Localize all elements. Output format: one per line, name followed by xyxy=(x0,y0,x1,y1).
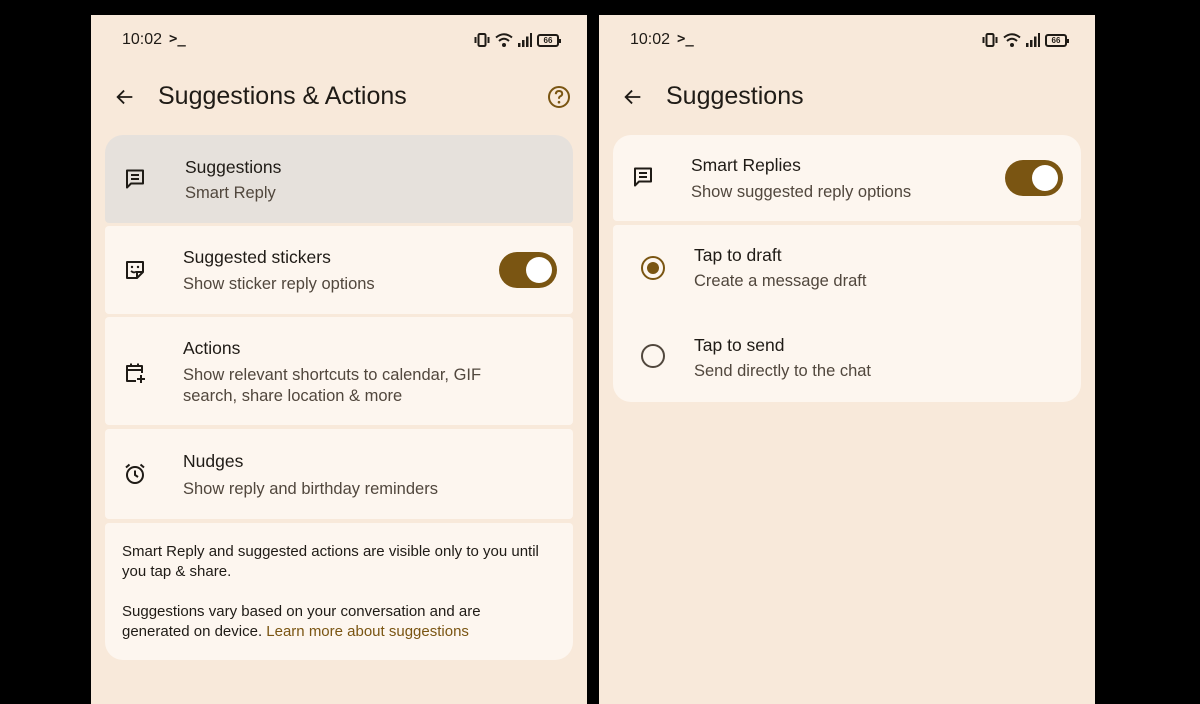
smart-replies-toggle[interactable] xyxy=(1005,160,1063,196)
row-subtitle: Show reply and birthday reminders xyxy=(183,480,438,498)
learn-more-link[interactable]: Learn more about suggestions xyxy=(266,623,469,640)
back-arrow-icon xyxy=(114,86,136,113)
message-icon xyxy=(121,165,149,193)
status-icons: 66 xyxy=(982,32,1069,48)
toggle-knob xyxy=(526,257,552,283)
option-subtitle: Send directly to the chat xyxy=(694,362,872,380)
settings-row-suggestions[interactable]: Suggestions Smart Reply xyxy=(105,135,573,223)
alarm-icon xyxy=(121,460,149,488)
back-button[interactable] xyxy=(111,85,139,113)
phone-screen-suggestions-actions: 10:02 >_ 66 Suggestions & Actions Sugges… xyxy=(91,15,587,704)
status-bar: 10:02 >_ 66 xyxy=(91,15,587,65)
app-bar: Suggestions & Actions xyxy=(91,81,587,117)
signal-icon xyxy=(1026,33,1040,47)
wifi-icon xyxy=(495,33,513,47)
battery-icon: 66 xyxy=(537,33,561,47)
row-title: Suggestions xyxy=(185,157,282,177)
radio-tap-to-send[interactable] xyxy=(641,344,665,368)
battery-icon: 66 xyxy=(1045,33,1069,47)
info-text-device: Suggestions vary based on your conversat… xyxy=(122,602,549,642)
help-button[interactable] xyxy=(545,85,573,113)
app-bar: Suggestions xyxy=(599,81,1095,117)
page-title: Suggestions & Actions xyxy=(158,82,407,110)
settings-row-actions[interactable]: Actions Show relevant shortcuts to calen… xyxy=(105,317,573,425)
terminal-icon: >_ xyxy=(169,31,186,47)
option-title: Tap to draft xyxy=(694,245,782,265)
back-arrow-icon xyxy=(622,86,644,113)
wifi-icon xyxy=(1003,33,1021,47)
help-icon xyxy=(547,85,571,114)
reply-mode-options: Tap to draft Create a message draft Tap … xyxy=(613,225,1081,402)
suggested-stickers-toggle[interactable] xyxy=(499,252,557,288)
option-subtitle: Create a message draft xyxy=(694,272,867,290)
row-title: Nudges xyxy=(183,451,244,471)
settings-row-suggested-stickers[interactable]: Suggested stickers Show sticker reply op… xyxy=(105,226,573,314)
status-icons: 66 xyxy=(474,32,561,48)
status-time: 10:02 xyxy=(630,31,671,48)
terminal-icon: >_ xyxy=(677,31,694,47)
row-subtitle: Show suggested reply options xyxy=(691,183,912,201)
row-title: Suggested stickers xyxy=(183,247,331,267)
radio-selected-dot xyxy=(647,262,659,274)
sticker-icon xyxy=(121,256,149,284)
info-text-privacy: Smart Reply and suggested actions are vi… xyxy=(122,543,539,580)
row-subtitle: Smart Reply xyxy=(185,184,276,202)
status-bar: 10:02 >_ 66 xyxy=(599,15,1095,65)
vibrate-icon xyxy=(474,33,490,47)
row-subtitle: Show sticker reply options xyxy=(183,275,375,293)
vibrate-icon xyxy=(982,33,998,47)
row-title: Actions xyxy=(183,338,241,358)
settings-row-smart-replies[interactable]: Smart Replies Show suggested reply optio… xyxy=(613,135,1081,221)
radio-tap-to-draft[interactable] xyxy=(641,256,665,280)
option-tap-to-send[interactable]: Tap to send Send directly to the chat xyxy=(613,313,1081,402)
option-title: Tap to send xyxy=(694,335,785,355)
row-title: Smart Replies xyxy=(691,155,801,175)
option-tap-to-draft[interactable]: Tap to draft Create a message draft xyxy=(613,225,1081,313)
back-button[interactable] xyxy=(619,85,647,113)
phone-screen-suggestions: 10:02 >_ 66 Suggestions Smart Replies Sh… xyxy=(599,15,1095,704)
row-subtitle: Show relevant shortcuts to calendar, GIF… xyxy=(183,366,482,405)
signal-icon xyxy=(518,33,532,47)
message-icon xyxy=(629,163,657,191)
page-title: Suggestions xyxy=(666,82,804,110)
toggle-knob xyxy=(1032,165,1058,191)
info-footer-card: Smart Reply and suggested actions are vi… xyxy=(105,523,573,660)
calendar-add-icon xyxy=(121,359,149,387)
settings-row-nudges[interactable]: Nudges Show reply and birthday reminders xyxy=(105,429,573,519)
status-time: 10:02 xyxy=(122,31,163,48)
